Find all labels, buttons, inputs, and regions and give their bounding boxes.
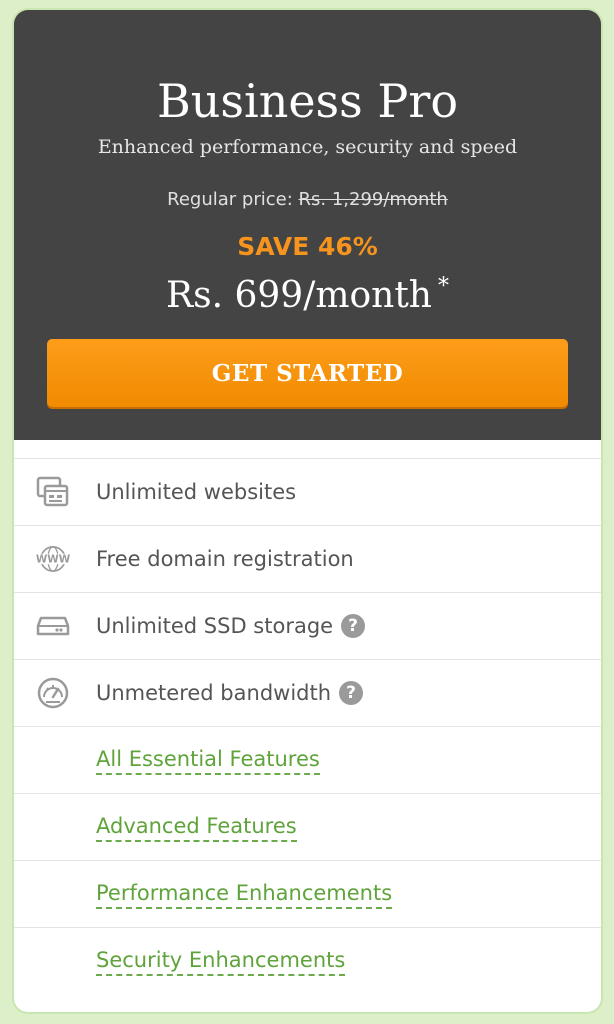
- www-globe-icon: WWW: [34, 540, 72, 578]
- feature-bandwidth: Unmetered bandwidth?: [14, 659, 601, 726]
- feature-label-text: Unmetered bandwidth: [96, 681, 332, 705]
- ssd-drive-icon: [34, 607, 72, 645]
- link-row-performance: Performance Enhancements: [14, 860, 601, 927]
- link-row-security: Security Enhancements: [14, 927, 601, 994]
- feature-label-text: Unlimited SSD storage: [96, 614, 334, 638]
- plan-card: Business Pro Enhanced performance, secur…: [14, 10, 601, 1012]
- advanced-features-link[interactable]: Advanced Features: [96, 813, 297, 842]
- plan-subtitle: Enhanced performance, security and speed: [97, 136, 518, 158]
- feature-label: Unlimited websites: [96, 480, 297, 504]
- link-row-essential: All Essential Features: [14, 726, 601, 793]
- plan-price-value: Rs. 699/month: [166, 275, 432, 316]
- feature-free-domain: WWW Free domain registration: [14, 525, 601, 592]
- feature-label: Unmetered bandwidth?: [96, 681, 364, 705]
- get-started-button[interactable]: GET STARTED: [47, 339, 568, 407]
- help-icon[interactable]: ?: [339, 681, 364, 705]
- regular-price: Regular price: Rs. 1,299/month: [14, 188, 601, 212]
- svg-text:WWW: WWW: [36, 553, 71, 565]
- features-list: Unlimited websites WWW Free domain regis…: [14, 458, 601, 994]
- performance-enhancements-link[interactable]: Performance Enhancements: [96, 880, 393, 909]
- feature-label: Free domain registration: [96, 547, 354, 571]
- link-row-advanced: Advanced Features: [14, 793, 601, 860]
- plan-price: Rs. 699/month *: [166, 274, 449, 323]
- price-asterisk: *: [437, 274, 449, 299]
- feature-ssd-storage: Unlimited SSD storage?: [14, 592, 601, 659]
- regular-price-label: Regular price:: [167, 189, 293, 210]
- help-icon[interactable]: ?: [341, 614, 366, 638]
- plan-title: Business Pro: [156, 74, 459, 128]
- plan-header: Business Pro Enhanced performance, secur…: [14, 10, 601, 440]
- all-essential-features-link[interactable]: All Essential Features: [96, 746, 320, 775]
- save-badge: SAVE 46%: [237, 232, 378, 261]
- feature-label: Unlimited SSD storage?: [96, 614, 366, 638]
- feature-unlimited-websites: Unlimited websites: [14, 458, 601, 525]
- regular-price-value: Rs. 1,299/month: [298, 189, 448, 210]
- speedometer-icon: [34, 674, 72, 712]
- websites-icon: [34, 473, 72, 511]
- security-enhancements-link[interactable]: Security Enhancements: [96, 947, 346, 976]
